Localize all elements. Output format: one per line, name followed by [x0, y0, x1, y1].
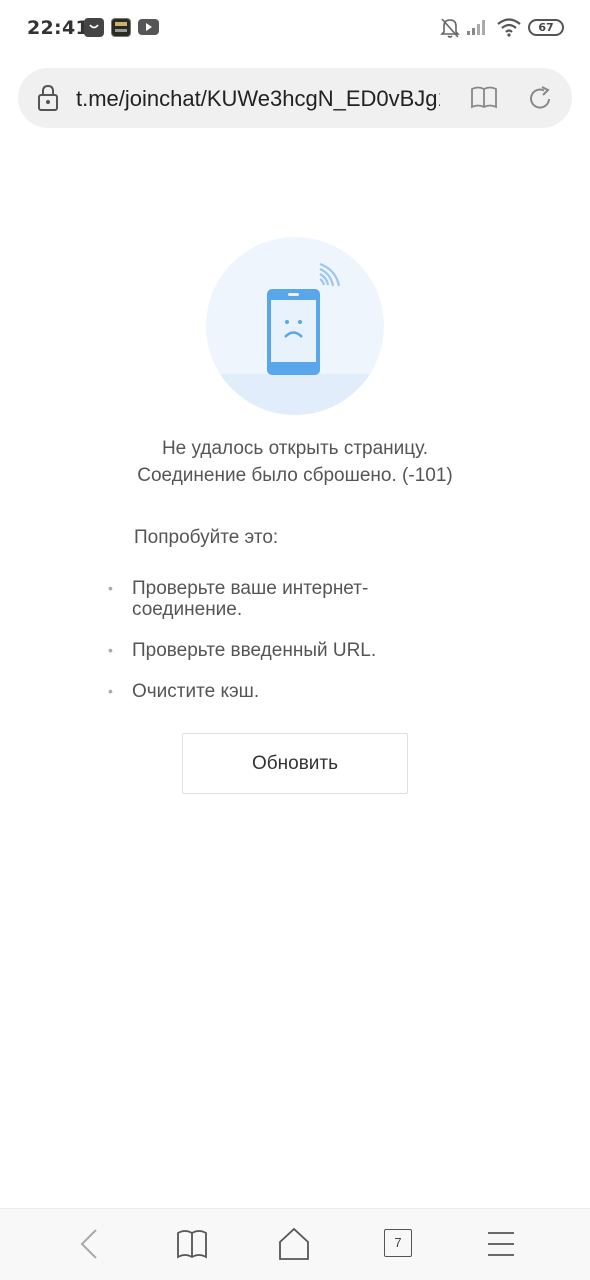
menu-icon — [488, 1232, 514, 1256]
bullet-icon: • — [108, 683, 113, 699]
address-bar[interactable]: t.me/joinchat/KUWe3hcgN_ED0vBJg1 — [18, 68, 572, 128]
url-field[interactable]: t.me/joinchat/KUWe3hcgN_ED0vBJg1 — [76, 85, 440, 113]
menu-button[interactable] — [481, 1226, 521, 1262]
game-app-icon — [111, 18, 131, 37]
suggestion-text: Проверьте ваше интернет-соединение. — [132, 578, 369, 620]
suggestion-text: Проверьте введенный URL. — [132, 640, 377, 661]
home-icon — [279, 1227, 309, 1260]
sad-phone-icon — [206, 237, 384, 415]
refresh-button[interactable]: Обновить — [182, 733, 408, 794]
bookmarks-button[interactable] — [172, 1226, 212, 1262]
aliexpress-icon — [84, 18, 104, 37]
bottom-toolbar: 7 — [0, 1208, 590, 1280]
error-detail: Соединение было сброшено. (-101) — [137, 465, 453, 486]
back-button[interactable] — [70, 1226, 110, 1262]
back-icon — [80, 1229, 97, 1259]
tabs-icon: 7 — [384, 1229, 412, 1257]
battery-icon: 67 — [528, 19, 564, 36]
browser-page: 22:41 67 t.me/joinchat/KUWe3hcgN_ED0vBJg… — [0, 0, 590, 1280]
bookmarks-icon — [177, 1230, 207, 1259]
lock-icon[interactable] — [37, 84, 59, 112]
status-bar: 22:41 67 — [0, 0, 590, 56]
wifi-icon — [497, 18, 521, 37]
tabs-button[interactable]: 7 — [378, 1226, 418, 1262]
bullet-icon: • — [108, 642, 113, 658]
status-time: 22:41 — [27, 17, 89, 39]
notifications-off-icon — [440, 18, 460, 38]
error-title: Не удалось открыть страницу. — [161, 438, 429, 459]
home-button[interactable] — [274, 1226, 314, 1262]
bullet-icon: • — [108, 580, 113, 596]
suggestion-text: Очистите кэш. — [132, 681, 260, 702]
reload-icon[interactable] — [529, 85, 553, 111]
suggestions-heading: Попробуйте это: — [134, 527, 279, 548]
youtube-icon — [138, 19, 159, 35]
signal-icon — [467, 20, 485, 35]
reader-mode-icon[interactable] — [471, 86, 497, 110]
